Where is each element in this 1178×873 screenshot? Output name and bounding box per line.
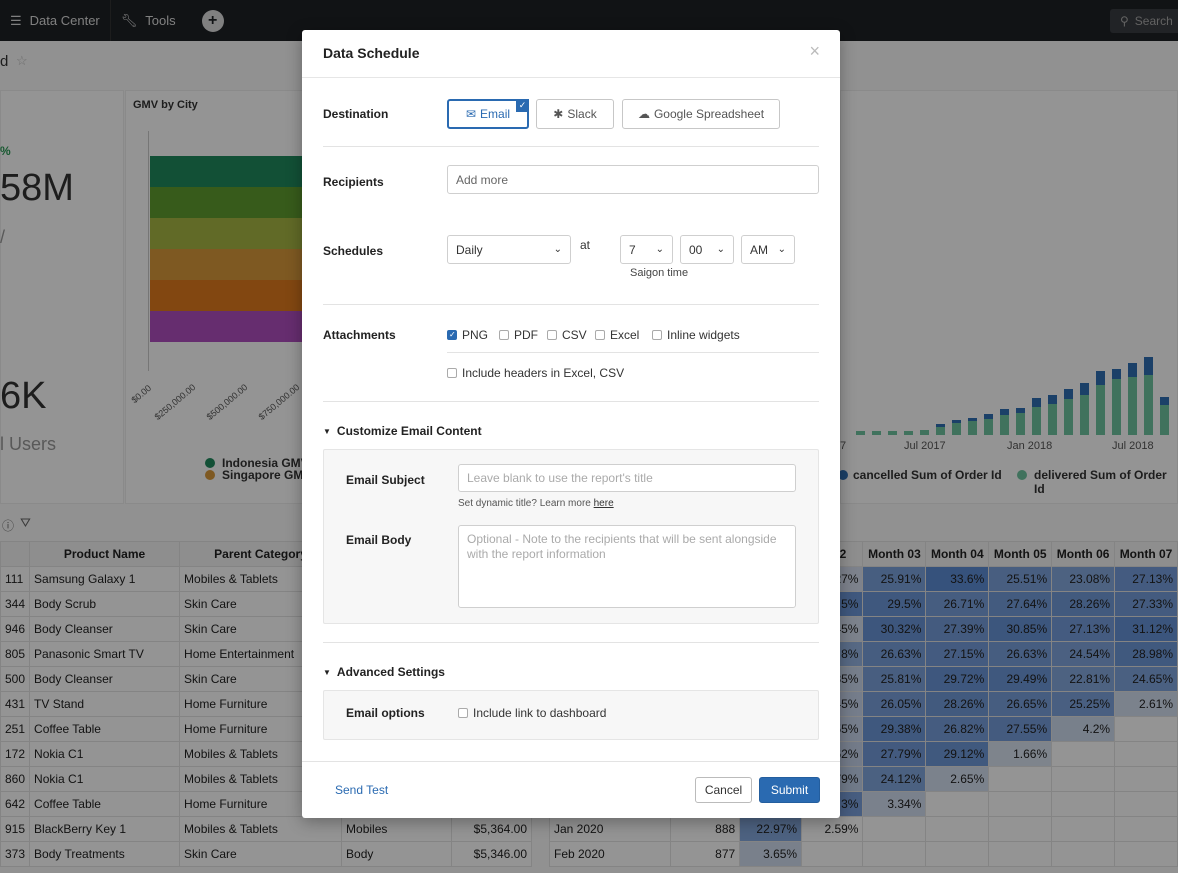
divider: [323, 401, 819, 402]
minute-select[interactable]: 00 ⌄: [680, 235, 734, 264]
destination-label: Destination: [323, 107, 389, 121]
ampm-value: AM: [750, 242, 768, 257]
divider: [323, 642, 819, 643]
timezone-label: Saigon time: [630, 267, 689, 279]
include-link-label: Include link to dashboard: [473, 706, 607, 720]
dynamic-title-link[interactable]: here: [594, 498, 614, 509]
divider: [323, 146, 819, 147]
advanced-settings-toggle[interactable]: ▼ Advanced Settings: [323, 665, 445, 679]
caret-down-icon: ▼: [323, 426, 331, 436]
minute-value: 00: [689, 242, 703, 257]
checkbox: [547, 330, 557, 340]
frequency-select[interactable]: Daily ⌄: [447, 235, 571, 264]
customize-email-toggle[interactable]: ▼ Customize Email Content: [323, 424, 482, 438]
attachment-pdf-checkbox[interactable]: PDF: [499, 328, 538, 342]
cloud-upload-icon: ☁: [637, 107, 650, 121]
checkbox: [458, 708, 468, 718]
dynamic-title-hint: Set dynamic title? Learn more here: [458, 498, 614, 509]
attachment-excel-label: Excel: [610, 328, 640, 342]
send-test-link[interactable]: Send Test: [335, 783, 388, 797]
include-headers-label: Include headers in Excel, CSV: [462, 366, 625, 380]
frequency-value: Daily: [456, 242, 483, 257]
envelope-icon: ✉: [465, 107, 477, 121]
checkbox-checked: [447, 330, 457, 340]
chevron-down-icon: ⌄: [553, 244, 562, 255]
close-icon[interactable]: ×: [809, 41, 820, 62]
submit-button[interactable]: Submit: [759, 777, 820, 803]
email-body-textarea[interactable]: Optional - Note to the recipients that w…: [458, 525, 796, 608]
chevron-down-icon: ⌄: [655, 244, 664, 255]
modal-header: Data Schedule ×: [302, 30, 840, 78]
email-body-label: Email Body: [346, 533, 412, 547]
checkbox: [499, 330, 509, 340]
checkbox: [652, 330, 662, 340]
checkmark-icon: ✓: [516, 99, 529, 112]
destination-email-button[interactable]: ✉ Email ✓: [447, 99, 529, 129]
at-label: at: [580, 238, 591, 252]
dynamic-title-text: Set dynamic title? Learn more: [458, 498, 591, 509]
checkbox: [447, 368, 457, 378]
divider: [447, 352, 819, 353]
customize-email-heading: Customize Email Content: [336, 424, 482, 438]
checkbox: [595, 330, 605, 340]
email-subject-label: Email Subject: [346, 473, 425, 487]
slack-icon: ✱: [553, 107, 564, 121]
attachment-inline-checkbox[interactable]: Inline widgets: [652, 328, 740, 342]
attachments-label: Attachments: [323, 328, 396, 342]
recipients-label: Recipients: [323, 175, 384, 189]
attachment-csv-label: CSV: [562, 328, 587, 342]
hour-value: 7: [629, 242, 636, 257]
email-options-label: Email options: [346, 706, 425, 720]
footer-divider: [302, 761, 840, 762]
schedules-label: Schedules: [323, 244, 384, 258]
attachment-csv-checkbox[interactable]: CSV: [547, 328, 587, 342]
chevron-down-icon: ⌄: [777, 244, 786, 255]
attachment-excel-checkbox[interactable]: Excel: [595, 328, 639, 342]
chevron-down-icon: ⌄: [716, 244, 725, 255]
attachment-png-checkbox[interactable]: PNG: [447, 328, 488, 342]
include-link-checkbox[interactable]: Include link to dashboard: [458, 706, 606, 720]
recipients-input[interactable]: Add more: [447, 165, 819, 194]
caret-down-icon: ▼: [323, 667, 331, 677]
include-headers-checkbox[interactable]: Include headers in Excel, CSV: [447, 366, 624, 380]
destination-slack-button[interactable]: ✱ Slack: [536, 99, 614, 129]
attachment-png-label: PNG: [462, 328, 489, 342]
ampm-select[interactable]: AM ⌄: [741, 235, 795, 264]
data-schedule-modal: Data Schedule × Destination ✉ Email ✓ ✱ …: [302, 30, 840, 818]
divider: [323, 304, 819, 305]
cancel-button[interactable]: Cancel: [695, 777, 752, 803]
destination-google-label: Google Spreadsheet: [653, 107, 765, 121]
destination-email-label: Email: [480, 107, 511, 121]
email-body-placeholder: Optional - Note to the recipients that w…: [467, 532, 777, 561]
email-subject-placeholder: Leave blank to use the report's title: [467, 471, 653, 485]
destination-slack-label: Slack: [567, 107, 597, 121]
modal-title: Data Schedule: [323, 45, 420, 61]
destination-google-button[interactable]: ☁ Google Spreadsheet: [622, 99, 780, 129]
email-subject-input[interactable]: Leave blank to use the report's title: [458, 464, 796, 492]
attachment-inline-label: Inline widgets: [667, 328, 740, 342]
recipients-placeholder: Add more: [456, 172, 509, 187]
hour-select[interactable]: 7 ⌄: [620, 235, 673, 264]
attachment-pdf-label: PDF: [514, 328, 538, 342]
advanced-settings-heading: Advanced Settings: [336, 665, 445, 679]
